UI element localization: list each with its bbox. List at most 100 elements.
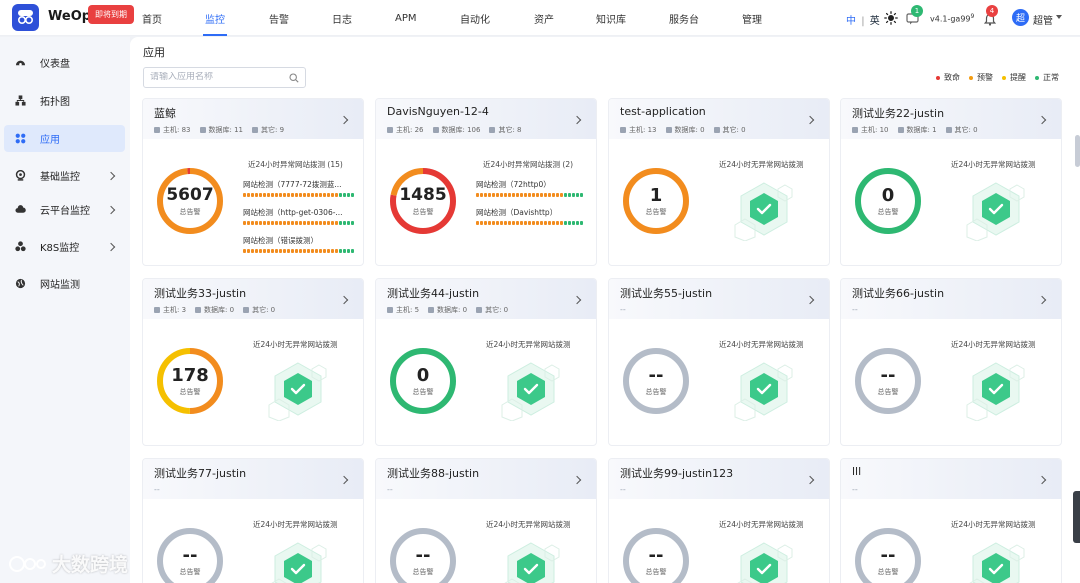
- card-title[interactable]: 测试业务55-justin: [620, 285, 712, 301]
- card-title[interactable]: 测试业务33-justin: [154, 285, 246, 301]
- avatar[interactable]: 超: [1012, 9, 1029, 26]
- card-title[interactable]: 测试业务66-justin: [852, 285, 944, 301]
- chevron-right-icon[interactable]: [1037, 295, 1047, 305]
- search-icon[interactable]: [289, 73, 299, 83]
- notification-count-badge: 4: [986, 5, 998, 17]
- sidebar-item-basic-monitor[interactable]: 基础监控: [4, 162, 125, 189]
- chevron-right-icon[interactable]: [1037, 475, 1047, 485]
- probe-item[interactable]: 网站检测（7777-72拨测蓝...: [243, 179, 355, 197]
- probe-name[interactable]: 网站检测（7777-72拨测蓝...: [243, 179, 355, 190]
- chevron-down-icon[interactable]: [1056, 15, 1062, 19]
- card-title[interactable]: 测试业务77-justin: [154, 465, 246, 481]
- probe-item[interactable]: 网站检测（72http0）: [476, 179, 588, 197]
- nav-item-knowledge[interactable]: 知识库: [596, 0, 626, 36]
- card-title[interactable]: DavisNguyen-12-4: [387, 105, 489, 118]
- alert-count: 0: [416, 365, 430, 386]
- sidebar-item-k8s-monitor[interactable]: K8S监控: [4, 233, 125, 260]
- version-label[interactable]: v4.1-ga999: [930, 13, 974, 24]
- probe-status-bar: [307, 249, 310, 253]
- app-card-justin33[interactable]: 测试业务33-justin 主机: 3 数据库: 0 其它: 0 178 总告警 近24小时…: [142, 278, 364, 446]
- app-card-lanjing[interactable]: 蓝鲸 主机: 83 数据库: 11 其它: 9 5607 总告警 近24小时异常网站拨测 (…: [142, 98, 364, 266]
- chevron-right-icon[interactable]: [572, 295, 582, 305]
- chevron-right-icon[interactable]: [106, 242, 116, 251]
- expire-badge[interactable]: 即将到期: [88, 5, 134, 24]
- card-title[interactable]: test-application: [620, 105, 706, 118]
- app-card-justin44[interactable]: 测试业务44-justin 主机: 5 数据库: 0 其它: 0 0 总告警 近24小时无异…: [375, 278, 597, 446]
- card-title[interactable]: 测试业务88-justin: [387, 465, 479, 481]
- card-title[interactable]: 蓝鲸: [154, 105, 176, 121]
- search-input[interactable]: [150, 72, 280, 82]
- app-card-justin55[interactable]: 测试业务55-justin -- -- 总告警 近24小时无异常网站拨测: [608, 278, 830, 446]
- card-stat-text: 其它: 0: [954, 126, 978, 134]
- probe-status-bar: [303, 249, 306, 253]
- lang-en[interactable]: 英: [870, 16, 880, 27]
- chevron-right-icon[interactable]: [339, 115, 349, 125]
- scrollbar-thumb[interactable]: [1075, 135, 1080, 167]
- probe-name[interactable]: 网站检测（http-get-0306-...: [243, 207, 355, 218]
- probe-name[interactable]: 网站检测（错误拨测）: [243, 235, 355, 246]
- nav-item-automation[interactable]: 自动化: [460, 0, 490, 36]
- card-title[interactable]: 测试业务99-justin123: [620, 465, 733, 481]
- probe-status-bar: [488, 193, 491, 197]
- card-stats: 主机: 10 数据库: 1 其它: 0: [852, 125, 987, 135]
- app-card-davisnguyen[interactable]: DavisNguyen-12-4 主机: 26 数据库: 106 其它: 8 1485 总…: [375, 98, 597, 266]
- sidebar-item-dashboard[interactable]: 仪表盘: [4, 49, 125, 76]
- nav-item-apm[interactable]: APM: [395, 0, 417, 36]
- language-switch[interactable]: 中 | 英: [846, 12, 880, 27]
- nav-item-alert[interactable]: 告警: [269, 0, 289, 36]
- card-stats-empty: --: [620, 305, 626, 314]
- probe-name[interactable]: 网站检测（Davishttp）: [476, 207, 588, 218]
- sidebar-item-website-monitor[interactable]: 网站监测: [4, 270, 125, 297]
- chevron-right-icon[interactable]: [805, 475, 815, 485]
- probe-name[interactable]: 网站检测（72http0）: [476, 179, 588, 190]
- card-title[interactable]: 测试业务44-justin: [387, 285, 479, 301]
- chevron-right-icon[interactable]: [572, 115, 582, 125]
- chevron-right-icon[interactable]: [805, 115, 815, 125]
- chevron-right-icon[interactable]: [805, 295, 815, 305]
- card-title[interactable]: lll: [852, 465, 861, 478]
- probe-status-bar: [500, 221, 503, 225]
- card-stat: 其它: 0: [476, 305, 508, 315]
- app-card-test-application[interactable]: test-application 主机: 13 数据库: 0 其它: 0 1 总告警 近24…: [608, 98, 830, 266]
- nav-item-home[interactable]: 首页: [142, 0, 162, 36]
- app-card-justin88[interactable]: 测试业务88-justin -- -- 总告警 近24小时无异常网站拨测: [375, 458, 597, 583]
- chevron-right-icon[interactable]: [339, 295, 349, 305]
- alert-ring: -- 总告警: [156, 527, 224, 583]
- card-title[interactable]: 测试业务22-justin: [852, 105, 944, 121]
- app-card-lll[interactable]: lll -- -- 总告警 近24小时无异常网站拨测: [840, 458, 1062, 583]
- sidebar-item-app[interactable]: 应用: [4, 125, 125, 152]
- app-card-justin66[interactable]: 测试业务66-justin -- -- 总告警 近24小时无异常网站拨测: [840, 278, 1062, 446]
- probe-status-bar: [299, 193, 302, 197]
- probe-status-bars: [476, 221, 588, 225]
- chevron-right-icon[interactable]: [572, 475, 582, 485]
- sidebar-item-topology[interactable]: 拓扑图: [4, 87, 125, 114]
- probe-item[interactable]: 网站检测（Davishttp）: [476, 207, 588, 225]
- probe-item[interactable]: 网站检测（错误拨测）: [243, 235, 355, 253]
- probe-item[interactable]: 网站检测（http-get-0306-...: [243, 207, 355, 225]
- floating-dock-handle[interactable]: [1073, 491, 1080, 543]
- chevron-right-icon[interactable]: [106, 205, 116, 214]
- app-card-justin77[interactable]: 测试业务77-justin -- -- 总告警 近24小时无异常网站拨测: [142, 458, 364, 583]
- nav-item-log[interactable]: 日志: [332, 0, 352, 36]
- app-card-justin22[interactable]: 测试业务22-justin 主机: 10 数据库: 1 其它: 0 0 总告警 近24小时无…: [840, 98, 1062, 266]
- chevron-right-icon[interactable]: [106, 171, 116, 180]
- nav-item-admin[interactable]: 管理: [742, 0, 762, 36]
- card-header: 测试业务44-justin 主机: 5 数据库: 0 其它: 0: [376, 279, 596, 319]
- user-name[interactable]: 超管: [1033, 12, 1053, 27]
- nav-item-service-desk[interactable]: 服务台: [669, 0, 699, 36]
- database-icon: [665, 127, 672, 133]
- chevron-right-icon[interactable]: [1037, 115, 1047, 125]
- sidebar-item-label: 仪表盘: [40, 59, 70, 70]
- app-card-justin99[interactable]: 测试业务99-justin123 -- -- 总告警 近24小时无异常网站拨测: [608, 458, 830, 583]
- probe-status-bar: [255, 221, 258, 225]
- weops-logo[interactable]: [12, 4, 39, 31]
- theme-sun-icon[interactable]: [884, 10, 898, 25]
- probe-status-bar: [520, 221, 523, 225]
- nav-item-monitor[interactable]: 监控: [203, 0, 227, 36]
- nav-item-assets[interactable]: 资产: [534, 0, 554, 36]
- search-box[interactable]: [143, 67, 306, 88]
- card-stat-text: 主机: 5: [396, 306, 420, 314]
- chevron-right-icon[interactable]: [339, 475, 349, 485]
- sidebar-item-cloud-monitor[interactable]: 云平台监控: [4, 196, 125, 223]
- lang-zh[interactable]: 中: [846, 16, 856, 27]
